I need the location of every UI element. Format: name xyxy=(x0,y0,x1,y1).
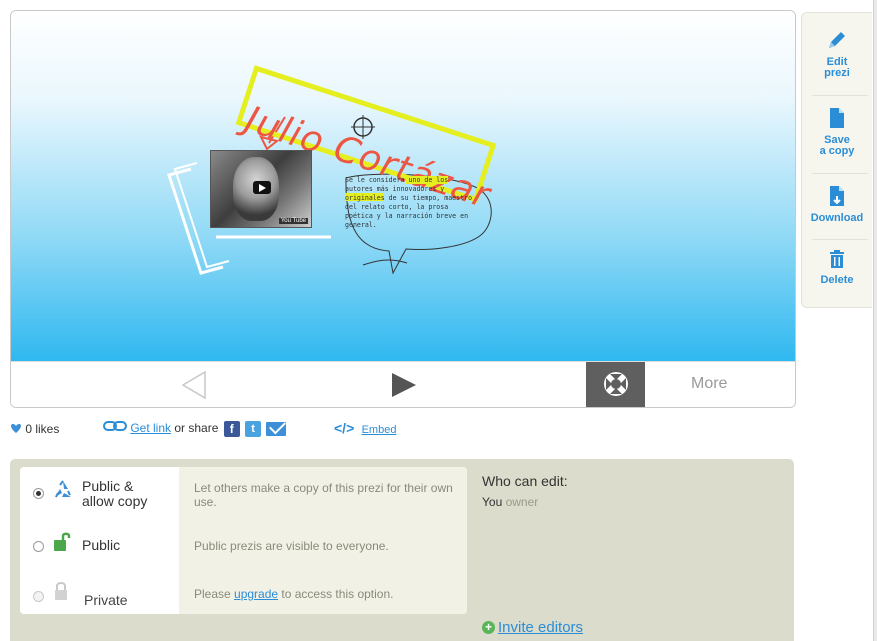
heart-icon xyxy=(11,424,21,433)
embedded-video[interactable]: You Tube xyxy=(210,150,312,228)
editor-role: owner xyxy=(505,495,539,509)
sidebar-divider xyxy=(812,239,868,240)
facebook-icon[interactable]: f xyxy=(223,420,240,437)
public-label: Public xyxy=(82,537,121,553)
private-radio xyxy=(33,591,44,602)
document-icon xyxy=(830,108,844,128)
recycle-icon xyxy=(55,480,71,498)
prezi-canvas[interactable]: Julio Cortázar You Tube Se le considera … xyxy=(11,11,795,361)
twitter-icon[interactable]: t xyxy=(245,420,262,437)
save-copy-button[interactable]: Save a copy xyxy=(802,107,872,157)
fullscreen-button[interactable] xyxy=(586,362,645,407)
unlocked-icon xyxy=(54,532,71,551)
public-copy-label: Public & allow copy xyxy=(82,478,148,509)
embed-code-icon: </> xyxy=(334,420,355,436)
or-share-text: or share xyxy=(171,421,219,435)
embed-link[interactable]: Embed xyxy=(362,424,397,436)
privacy-options: Public & allow copy Let others make a cop… xyxy=(20,467,467,614)
who-can-edit-heading: Who can edit: xyxy=(482,473,568,489)
editor-name: You xyxy=(482,495,503,509)
embed-group[interactable]: </> Embed xyxy=(334,420,396,436)
pencil-icon xyxy=(829,32,845,48)
likes[interactable]: 0 likes xyxy=(10,422,59,436)
get-link[interactable]: Get link xyxy=(130,421,171,435)
private-description: Please upgrade to access this option. xyxy=(194,587,394,601)
window-scrollbar[interactable] xyxy=(873,0,877,641)
editor-entry: You owner xyxy=(482,495,538,509)
sidebar-divider xyxy=(812,95,868,96)
plus-icon: + xyxy=(482,621,495,634)
email-icon[interactable] xyxy=(266,421,287,436)
youtube-badge: You Tube xyxy=(278,218,308,224)
previous-step-icon[interactable] xyxy=(179,370,209,400)
bio-text: Se le considera uno de los autores más i… xyxy=(345,176,473,229)
privacy-option-public-copy[interactable]: Public & allow copy Let others make a cop… xyxy=(20,467,467,515)
download-label: Download xyxy=(810,212,864,224)
public-copy-description: Let others make a copy of this prezi for… xyxy=(194,481,453,509)
playback-controls: More xyxy=(11,361,795,407)
sidebar-divider xyxy=(812,173,868,174)
public-description: Public prezis are visible to everyone. xyxy=(194,539,389,553)
private-label: Private xyxy=(84,592,128,608)
privacy-panel: Public & allow copy Let others make a cop… xyxy=(10,459,794,641)
next-step-icon[interactable] xyxy=(389,370,419,400)
share-group: Get link or share f t xyxy=(103,420,287,437)
video-play-icon[interactable] xyxy=(253,181,271,194)
upgrade-link[interactable]: upgrade xyxy=(234,587,278,601)
likes-count: 0 likes xyxy=(25,422,60,436)
public-copy-radio[interactable] xyxy=(33,488,44,499)
link-icon xyxy=(103,421,127,431)
invite-editors-link[interactable]: Invite editors xyxy=(498,619,583,636)
privacy-option-private: Private Please upgrade to access this op… xyxy=(20,567,467,614)
privacy-option-public[interactable]: Public Public prezis are visible to ever… xyxy=(20,521,467,569)
delete-label: Delete xyxy=(820,274,854,286)
invite-editors[interactable]: + Invite editors xyxy=(482,619,583,636)
edit-prezi-button[interactable]: Edit prezi xyxy=(802,29,872,79)
save-copy-label: Save a copy xyxy=(819,134,855,157)
edit-prezi-label: Edit prezi xyxy=(824,56,850,79)
public-radio[interactable] xyxy=(33,541,44,552)
action-sidebar: Edit prezi Save a copy Download Delete xyxy=(801,12,872,308)
download-button[interactable]: Download xyxy=(802,185,872,224)
fullscreen-icon xyxy=(604,372,628,396)
lock-icon xyxy=(55,582,67,600)
delete-button[interactable]: Delete xyxy=(802,249,872,286)
download-icon xyxy=(830,186,844,206)
prezi-viewer: Julio Cortázar You Tube Se le considera … xyxy=(10,10,796,408)
more-button[interactable]: More xyxy=(691,375,727,393)
trash-icon xyxy=(830,250,844,268)
